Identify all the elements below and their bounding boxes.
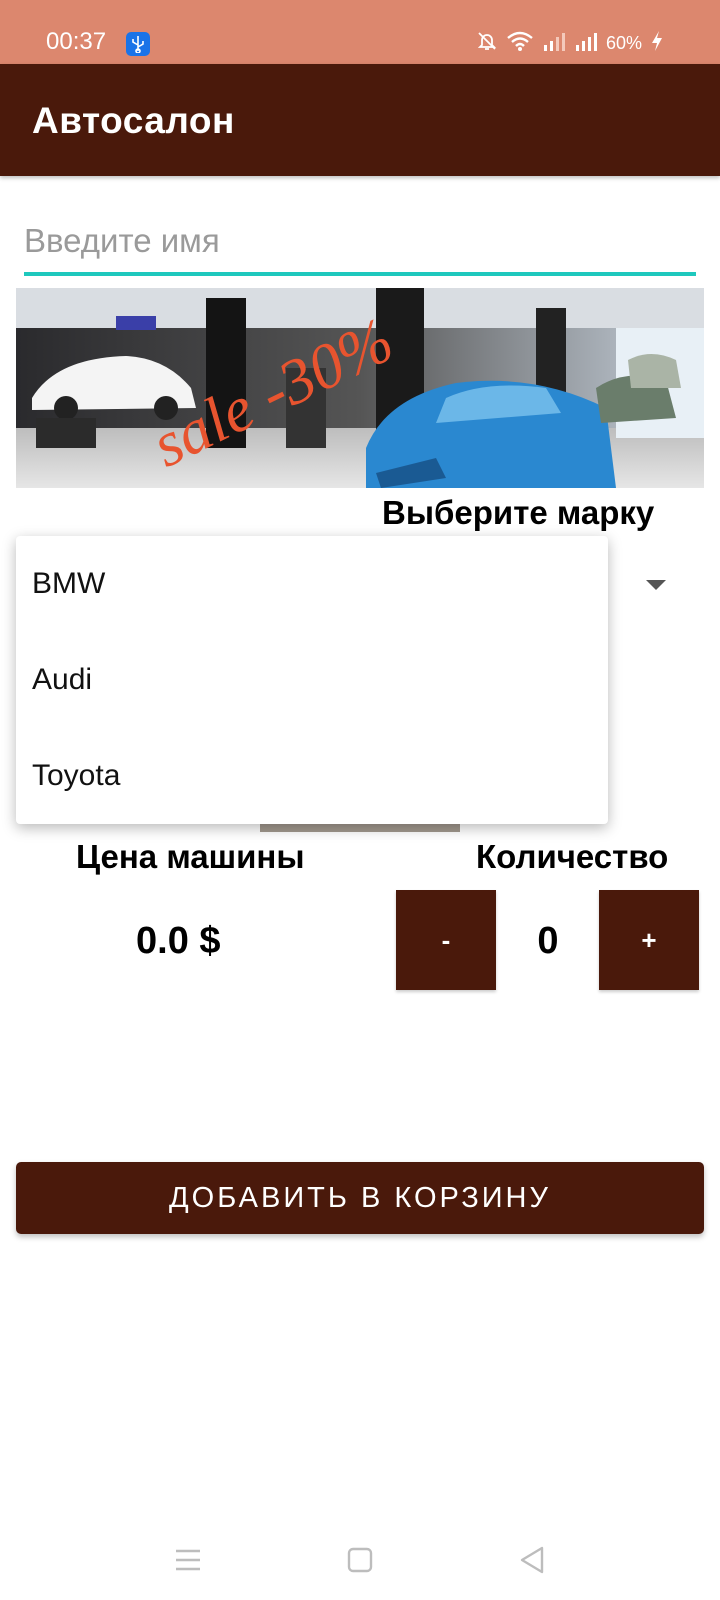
app-bar: Автосалон [0, 64, 720, 176]
showroom-banner: sale -30% [16, 288, 704, 488]
quantity-decrease-button[interactable]: - [396, 890, 496, 990]
signal-icon [542, 30, 566, 57]
charging-icon [650, 30, 664, 57]
name-input[interactable] [24, 210, 696, 272]
home-icon[interactable] [336, 1536, 384, 1584]
quantity-value: 0 [537, 920, 559, 962]
system-nav-bar [0, 1520, 720, 1600]
brand-label: Выберите марку [382, 494, 655, 531]
brand-option-audi[interactable]: Audi [16, 632, 608, 728]
mute-icon [476, 30, 498, 57]
brand-option-bmw[interactable]: BMW [16, 536, 608, 632]
quantity-increase-button[interactable]: + [599, 890, 699, 990]
brand-dropdown: BMW Audi Toyota [16, 536, 608, 824]
price-label: Цена машины [76, 838, 305, 875]
battery-level: 60% [605, 33, 642, 53]
status-time: 00:37 [46, 28, 107, 55]
back-icon[interactable] [508, 1536, 556, 1584]
usb-icon [126, 32, 150, 56]
signal-icon [574, 30, 598, 57]
status-bar: 00:37 60% [0, 0, 720, 64]
name-field-container [24, 210, 696, 276]
menu-icon[interactable] [164, 1536, 212, 1584]
price-value: 0.0 $ [136, 920, 221, 962]
add-to-cart-button[interactable]: ДОБАВИТЬ В КОРЗИНУ [16, 1162, 704, 1234]
brand-option-toyota[interactable]: Toyota [16, 728, 608, 824]
showroom-banner-image: sale -30% [16, 288, 704, 488]
quantity-label: Количество [476, 838, 669, 875]
chevron-down-icon[interactable] [646, 580, 666, 590]
app-title: Автосалон [32, 100, 235, 141]
wifi-icon [506, 30, 534, 57]
